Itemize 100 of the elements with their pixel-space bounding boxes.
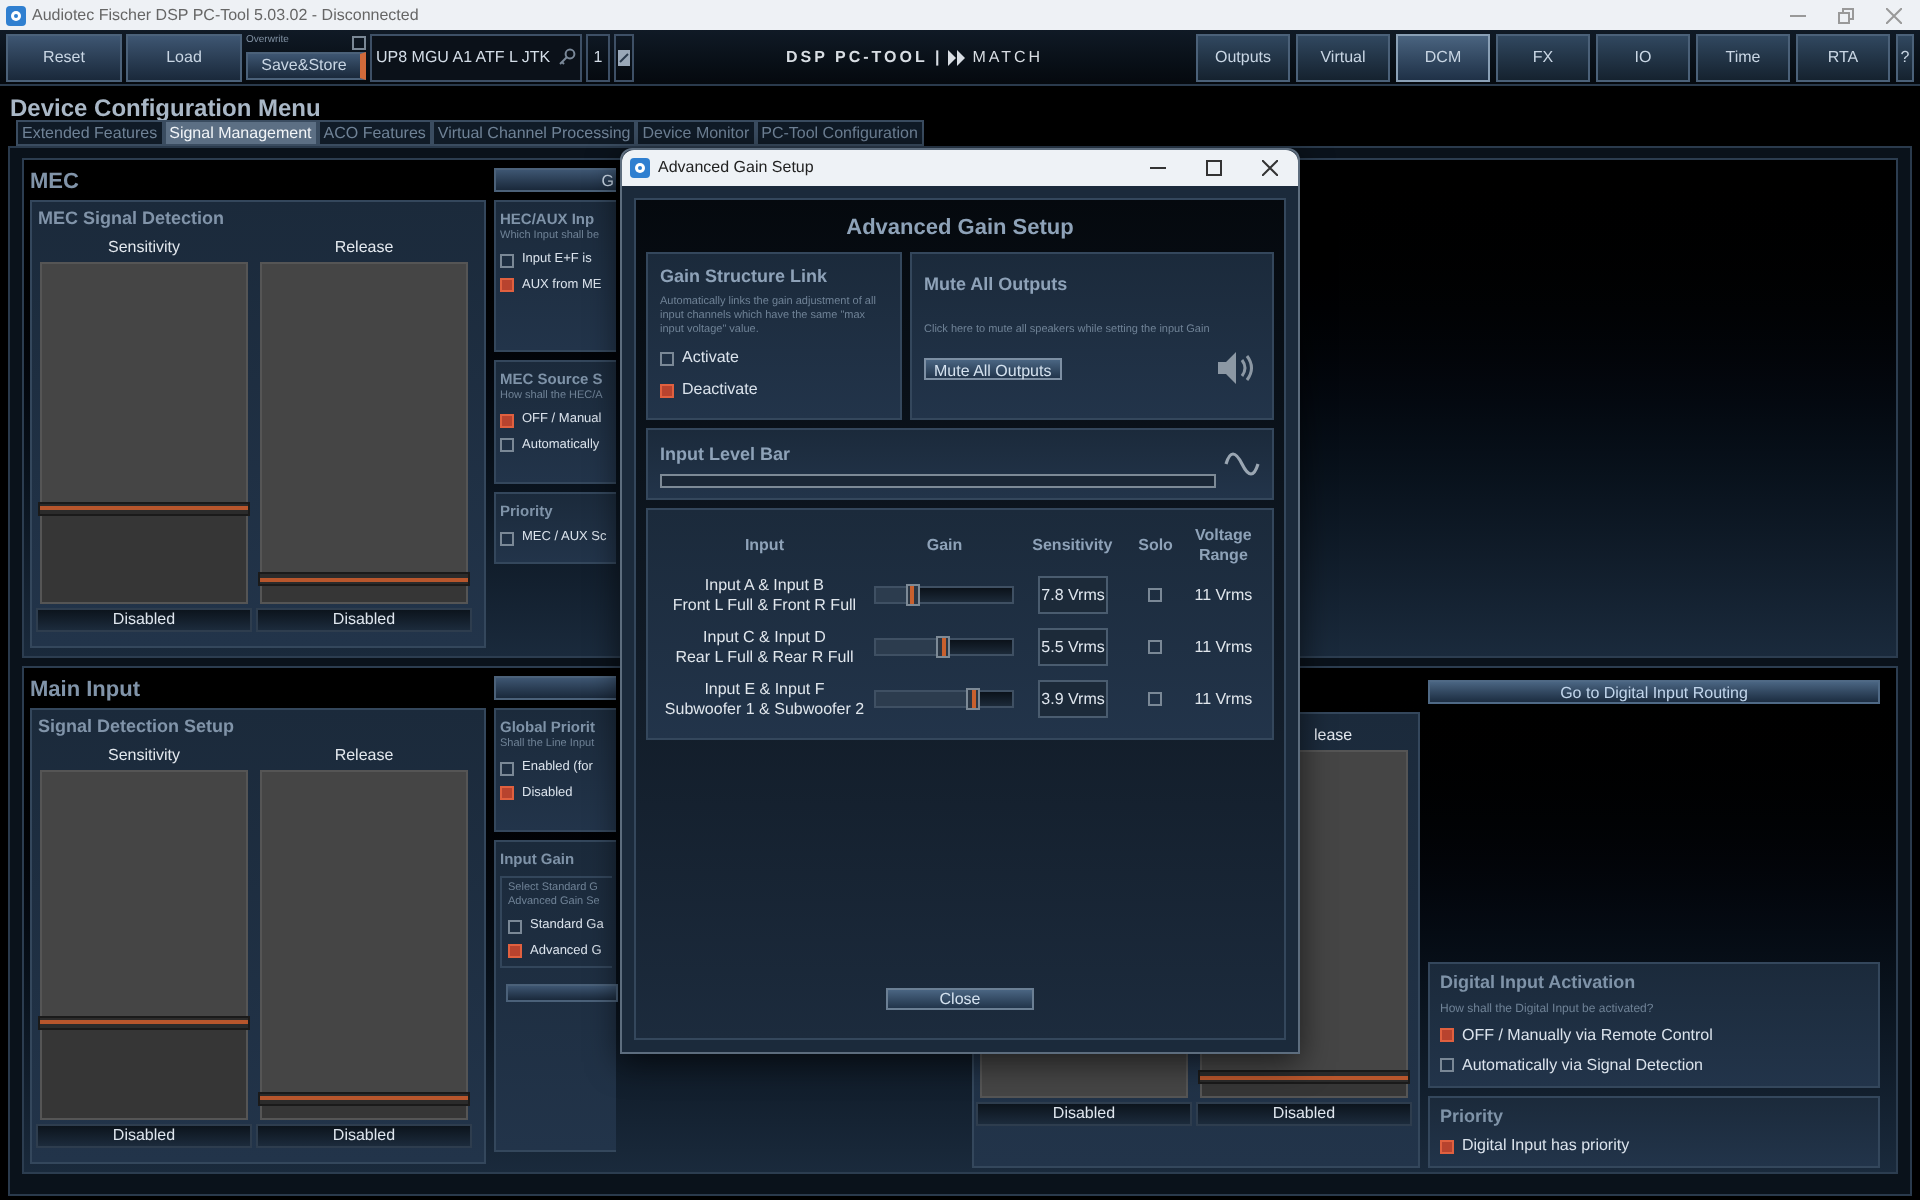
option-label[interactable]: Activate [682, 346, 739, 370]
channel-name: Rear L Full & Rear R Full [675, 647, 854, 667]
tab[interactable]: Signal Management [163, 120, 318, 146]
checkbox[interactable] [660, 383, 674, 397]
routing-button[interactable]: Go to Digital Input Routing [1428, 680, 1880, 704]
panel-title: Input Level Bar [660, 441, 793, 468]
voltage-range: 11 Vrms [1192, 583, 1255, 607]
slider-handle[interactable] [38, 501, 250, 516]
dialog-heading: Advanced Gain Setup [844, 214, 1076, 244]
panel-title: Signal Detection Setup [38, 714, 237, 740]
checkbox[interactable] [1148, 588, 1163, 602]
nav-tab[interactable]: IO [1596, 33, 1690, 81]
nav-tab[interactable]: Time [1696, 33, 1790, 81]
column-header: Voltage Range [1193, 525, 1254, 565]
tab[interactable]: ACO Features [317, 120, 432, 146]
checkbox[interactable] [500, 438, 514, 453]
load-button[interactable]: Load [126, 33, 242, 81]
checkbox[interactable] [1440, 1058, 1454, 1072]
logo-brand: MATCH [972, 45, 1044, 69]
maximize-icon[interactable] [1206, 160, 1222, 176]
checkbox[interactable] [352, 35, 366, 49]
checkbox[interactable] [1440, 1139, 1454, 1153]
input-name: Input A & Input B [704, 575, 825, 595]
device-name: UP8 MGU A1 ATF L JTK [376, 45, 551, 69]
speaker-icon[interactable] [1216, 350, 1256, 387]
sensitivity-field[interactable]: 5.5 Vrms [1037, 628, 1108, 666]
nav-tab[interactable]: Virtual [1296, 33, 1390, 81]
status-field: Disabled [256, 1123, 472, 1147]
window-title: Audiotec Fischer DSP PC-Tool 5.03.02 - Disconnected [32, 3, 419, 27]
column-header: Gain [924, 535, 965, 555]
option-label[interactable]: Deactivate [682, 378, 758, 402]
checkbox[interactable] [1148, 640, 1163, 654]
checkbox[interactable] [500, 531, 514, 546]
checkbox[interactable] [500, 278, 514, 293]
option-label[interactable]: Automatically via Signal Detection [1462, 1053, 1704, 1077]
dialog-title: Advanced Gain Setup [658, 156, 814, 180]
slider-handle[interactable] [38, 1015, 250, 1030]
key-icon [558, 48, 576, 66]
nav-tab[interactable]: RTA [1796, 33, 1890, 81]
checkbox[interactable] [660, 351, 674, 365]
panel-title: Mute All Outputs [924, 271, 1070, 298]
restore-icon[interactable] [1838, 7, 1854, 23]
reset-button[interactable]: Reset [6, 33, 122, 81]
checkbox[interactable] [1440, 1028, 1454, 1042]
status-field: Disabled [256, 607, 472, 631]
button[interactable]: G [494, 168, 616, 192]
slider-handle[interactable] [905, 584, 920, 606]
tab[interactable]: Extended Features [16, 120, 164, 146]
app-icon [630, 158, 650, 178]
checkbox[interactable] [500, 253, 514, 268]
checkbox[interactable] [508, 919, 522, 934]
page-title: Device Configuration Menu [8, 92, 323, 120]
slider-label: Release [334, 235, 394, 257]
status-field: Disabled [36, 607, 252, 631]
input-name: Input C & Input D [703, 627, 826, 647]
panel-title: Digital Input Activation [1440, 970, 1638, 996]
slider-handle[interactable] [966, 688, 981, 710]
section-title: Main Input [30, 676, 142, 706]
status-field: Disabled [976, 1102, 1192, 1126]
close-icon[interactable] [1262, 160, 1278, 176]
channel-name: Front L Full & Front R Full [672, 595, 857, 615]
slider-label: Sensitivity [107, 743, 180, 765]
button[interactable] [506, 983, 618, 1002]
slider-handle[interactable] [258, 572, 470, 587]
status-field: Disabled [1196, 1102, 1412, 1126]
section-title: MEC [30, 168, 81, 198]
device-number: 1 [586, 33, 610, 81]
tab[interactable]: PC-Tool Configuration [755, 120, 924, 146]
slider-handle[interactable] [936, 636, 951, 658]
checkbox[interactable] [500, 761, 514, 776]
voltage-range: 11 Vrms [1192, 687, 1255, 711]
nav-tab[interactable]: ? [1896, 33, 1914, 81]
nav-tab[interactable]: FX [1496, 33, 1590, 81]
sensitivity-field[interactable]: 3.9 Vrms [1037, 680, 1108, 718]
checkbox[interactable] [500, 786, 514, 801]
panel-title: Priority [1440, 1103, 1506, 1130]
column-header: Solo [1136, 535, 1175, 555]
tab[interactable]: Virtual Channel Processing [431, 120, 637, 146]
button[interactable] [494, 676, 616, 700]
slider-handle[interactable] [258, 1091, 470, 1106]
option-label[interactable]: Digital Input has priority [1462, 1134, 1630, 1158]
nav-tab[interactable]: Outputs [1196, 33, 1290, 81]
double-arrow-icon [948, 49, 967, 65]
panel-title: Gain Structure Link [660, 263, 830, 289]
checkbox[interactable] [508, 944, 522, 959]
mute-button[interactable]: Mute All Outputs [924, 357, 1062, 380]
checkbox[interactable] [1148, 692, 1163, 706]
save-store-button[interactable]: Save&Store [246, 51, 366, 79]
checkbox[interactable] [500, 413, 514, 428]
close-button[interactable]: Close [886, 988, 1034, 1010]
sine-wave-icon [1224, 449, 1260, 477]
sensitivity-field[interactable]: 7.8 Vrms [1037, 576, 1108, 614]
slider-label: Release [334, 743, 394, 765]
option-label[interactable]: OFF / Manually via Remote Control [1462, 1023, 1713, 1047]
slider-handle[interactable] [1198, 1070, 1410, 1085]
slider-label: lease [1312, 724, 1353, 746]
nav-tab[interactable]: DCM [1396, 33, 1490, 81]
note-icon[interactable] [618, 49, 630, 65]
app-icon [6, 5, 26, 25]
tab[interactable]: Device Monitor [636, 120, 756, 146]
